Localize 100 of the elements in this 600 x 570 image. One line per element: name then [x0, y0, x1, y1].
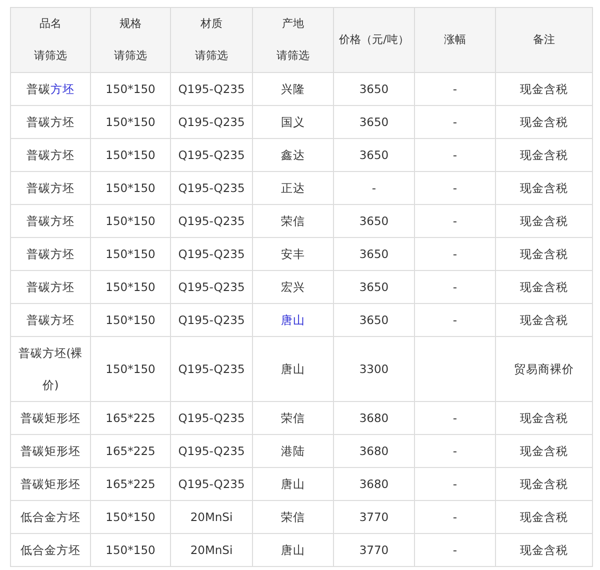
product-name: 普碳方坯: [26, 115, 74, 129]
change-text: -: [452, 477, 458, 491]
material-text: Q195-Q235: [178, 214, 245, 228]
material-text: Q195-Q235: [178, 82, 245, 96]
origin-text: 宏兴: [281, 280, 305, 294]
change-text: -: [452, 313, 458, 327]
note-text: 现金含税: [520, 82, 568, 96]
header-label: 材质: [200, 16, 224, 32]
note-text: 现金含税: [520, 280, 568, 294]
spec-text: 165*225: [106, 411, 156, 425]
change-text: -: [452, 148, 458, 162]
product-link[interactable]: 方坯: [50, 82, 74, 96]
material-text: Q195-Q235: [178, 115, 245, 129]
product-name: 低合金方坯: [20, 543, 80, 557]
price-text: 3650: [359, 148, 389, 162]
header-label: 品名: [38, 16, 62, 32]
header-label: 产地: [281, 16, 305, 32]
note-text: 现金含税: [520, 148, 568, 162]
note-text: 现金含税: [520, 115, 568, 129]
note-text: 现金含税: [520, 477, 568, 491]
product-name: 普碳方坯: [26, 181, 74, 195]
price-text: 3650: [359, 280, 389, 294]
material-text: Q195-Q235: [178, 181, 245, 195]
material-text: Q195-Q235: [178, 280, 245, 294]
change-text: -: [452, 444, 458, 458]
material-text: Q195-Q235: [178, 247, 245, 261]
material-text: Q195-Q235: [178, 313, 245, 327]
price-text: 3650: [359, 82, 389, 96]
price-text: 3770: [359, 543, 389, 557]
price-text: 3300: [359, 362, 389, 376]
product-name: 普碳方坯: [26, 148, 74, 162]
origin-text: 唐山: [281, 362, 305, 376]
product-name: 普碳: [26, 82, 50, 96]
material-text: Q195-Q235: [178, 148, 245, 162]
change-text: -: [452, 214, 458, 228]
product-name: 低合金方坯: [20, 510, 80, 524]
note-text: 现金含税: [520, 411, 568, 425]
origin-text: 安丰: [281, 247, 305, 261]
change-text: -: [452, 280, 458, 294]
spec-text: 150*150: [106, 313, 156, 327]
price-text: 3680: [359, 477, 389, 491]
note-text: 现金含税: [520, 543, 568, 557]
price-text: 3650: [359, 313, 389, 327]
change-text: -: [452, 510, 458, 524]
note-text: 现金含税: [520, 444, 568, 458]
spec-text: 150*150: [106, 247, 156, 261]
note-text: 现金含税: [520, 214, 568, 228]
spec-text: 150*150: [106, 148, 156, 162]
product-name: 普碳方坯: [26, 280, 74, 294]
origin-text: 港陆: [281, 444, 305, 458]
material-text: 20MnSi: [190, 510, 233, 524]
change-text: -: [452, 115, 458, 129]
note-text: 现金含税: [520, 247, 568, 261]
price-text: -: [372, 181, 376, 195]
origin-text: 荣信: [281, 214, 305, 228]
product-name: 普碳方坯(裸价): [18, 346, 83, 392]
header-label: 规格: [118, 16, 142, 32]
price-text: 3770: [359, 510, 389, 524]
price-text: 3650: [359, 214, 389, 228]
origin-text: 正达: [281, 181, 305, 195]
spec-text: 150*150: [106, 214, 156, 228]
product-name: 普碳方坯: [26, 247, 74, 261]
material-text: Q195-Q235: [178, 444, 245, 458]
change-text: -: [452, 411, 458, 425]
spec-text: 150*150: [106, 543, 156, 557]
spec-text: 150*150: [106, 82, 156, 96]
spec-text: 150*150: [106, 280, 156, 294]
origin-text: 唐山: [281, 543, 305, 557]
product-name: 普碳矩形坯: [20, 477, 80, 491]
change-text: -: [452, 543, 458, 557]
price-text: 3680: [359, 411, 389, 425]
filter-link[interactable]: 请筛选: [11, 40, 90, 72]
origin-link[interactable]: 唐山: [281, 313, 305, 327]
price-text: 3650: [359, 115, 389, 129]
note-text: 现金含税: [520, 181, 568, 195]
spec-text: 150*150: [106, 115, 156, 129]
spec-text: 165*225: [106, 477, 156, 491]
price-text: 3650: [359, 247, 389, 261]
note-text: 现金含税: [520, 510, 568, 524]
change-text: -: [452, 181, 458, 195]
material-text: Q195-Q235: [178, 411, 245, 425]
spec-text: 150*150: [106, 510, 156, 524]
change-text: -: [452, 247, 458, 261]
material-text: 20MnSi: [190, 543, 233, 557]
filter-link[interactable]: 请筛选: [91, 40, 170, 72]
origin-text: 唐山: [281, 477, 305, 491]
material-text: Q195-Q235: [178, 477, 245, 491]
filter-link[interactable]: 请筛选: [171, 40, 252, 72]
header-label: 价格（元/吨）: [338, 32, 410, 48]
note-text: 贸易商裸价: [514, 362, 574, 376]
product-name: 普碳矩形坯: [20, 444, 80, 458]
product-name: 普碳矩形坯: [20, 411, 80, 425]
spec-text: 150*150: [106, 362, 156, 376]
origin-text: 鑫达: [281, 148, 305, 162]
header-label: 涨幅: [443, 32, 467, 48]
header-label: 备注: [532, 32, 556, 48]
spec-text: 165*225: [106, 444, 156, 458]
filter-link[interactable]: 请筛选: [253, 40, 333, 72]
note-text: 现金含税: [520, 313, 568, 327]
material-text: Q195-Q235: [178, 362, 245, 376]
